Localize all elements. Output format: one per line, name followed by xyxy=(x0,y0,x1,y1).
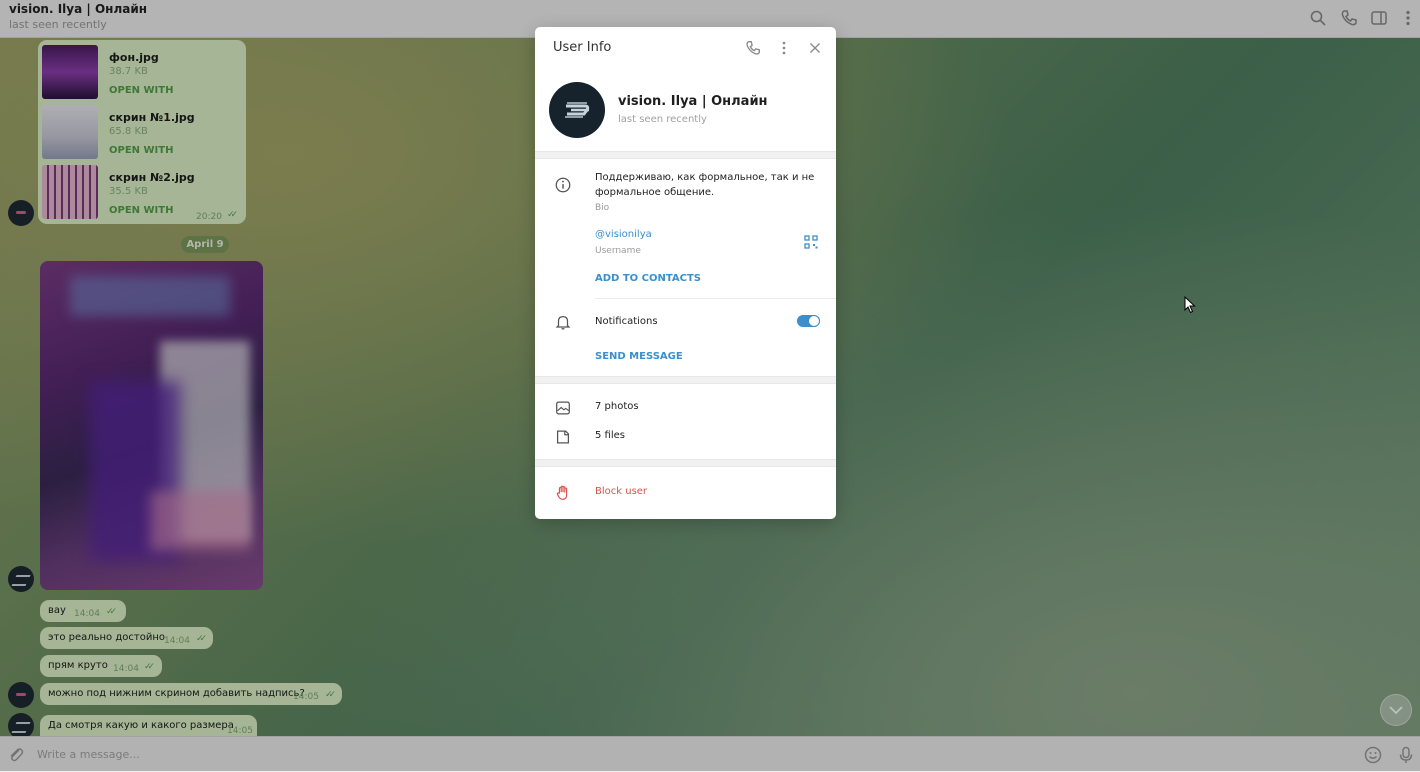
divider xyxy=(595,298,836,299)
more-icon[interactable] xyxy=(775,39,793,57)
files-count[interactable]: 5 files xyxy=(595,430,625,441)
add-to-contacts-button[interactable]: ADD TO CONTACTS xyxy=(595,273,701,284)
info-icon xyxy=(554,176,572,194)
profile-name: vision. Ilya | Онлайн xyxy=(618,94,768,109)
send-message-button[interactable]: SEND MESSAGE xyxy=(595,351,683,362)
mouse-cursor-icon xyxy=(1184,295,1196,317)
close-icon[interactable] xyxy=(806,39,824,57)
phone-icon[interactable] xyxy=(744,39,762,57)
photo-icon xyxy=(554,399,572,417)
section-divider xyxy=(535,459,836,467)
block-user-button[interactable]: Block user xyxy=(595,486,647,497)
photos-count[interactable]: 7 photos xyxy=(595,401,639,412)
profile-status: last seen recently xyxy=(618,114,707,125)
qr-code-icon[interactable] xyxy=(803,234,821,252)
notifications-toggle[interactable] xyxy=(797,315,820,327)
dialog-title: User Info xyxy=(553,40,612,55)
hand-block-icon xyxy=(554,484,572,502)
section-divider xyxy=(535,151,836,159)
section-divider xyxy=(535,376,836,384)
bio-label: Bio xyxy=(595,203,610,213)
username-link[interactable]: @visionilya xyxy=(595,229,652,240)
user-info-dialog: User Info vision. Ilya | Онлайн last see… xyxy=(535,27,836,519)
username-label: Username xyxy=(595,246,641,256)
profile-avatar[interactable] xyxy=(549,82,605,138)
notifications-label: Notifications xyxy=(595,316,658,327)
bio-text: Поддерживаю, как формальное, так и не фо… xyxy=(595,172,815,198)
logo-icon xyxy=(565,102,590,118)
bell-icon xyxy=(554,313,572,331)
file-icon xyxy=(554,428,572,446)
